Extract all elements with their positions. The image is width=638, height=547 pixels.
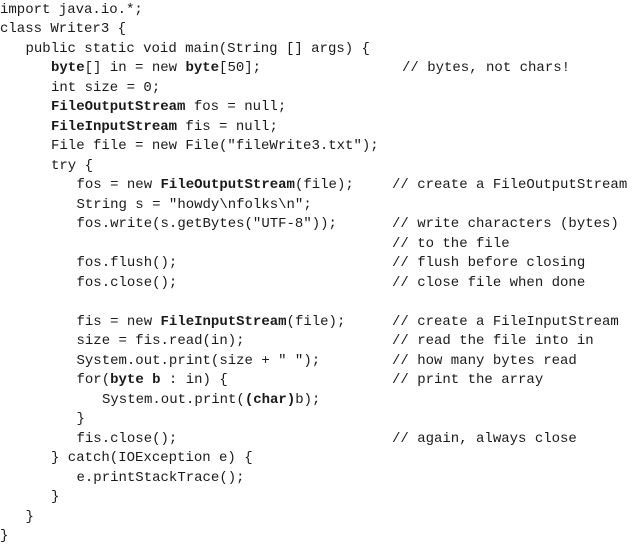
code-line: fos.write(s.getBytes("UTF-8")); bbox=[77, 215, 337, 235]
code-text: fos.write(s.getBytes("UTF-8")); bbox=[76, 216, 337, 232]
code-text: public static void main(String [] args) … bbox=[25, 40, 370, 57]
code-text: b); bbox=[295, 391, 321, 408]
code-comment: // read the file into in bbox=[392, 333, 594, 349]
code-line: try { bbox=[51, 157, 93, 177]
code-line: int size = 0; bbox=[51, 79, 160, 99]
code-line: FileInputStream fis = null; bbox=[51, 118, 278, 138]
code-text: fos.close(); bbox=[76, 274, 178, 291]
code-line: size = fis.read(in); bbox=[77, 332, 245, 352]
code-line: } bbox=[0, 527, 8, 547]
code-comment: // flush before closing bbox=[392, 255, 586, 271]
code-text: String s = "howdy\nfolks\n"; bbox=[76, 196, 312, 213]
code-comment: // create a FileInputStream bbox=[392, 313, 619, 330]
code-line: e.printStackTrace(); bbox=[77, 469, 245, 489]
code-text: System.out.print(size + " "); bbox=[76, 352, 321, 369]
code-text: import java.io.*; bbox=[0, 1, 143, 18]
code-text: : in) { bbox=[160, 372, 228, 388]
code-keyword: FileInputStream bbox=[160, 313, 287, 330]
code-line: fis.close(); bbox=[77, 430, 178, 450]
code-text: fis.close(); bbox=[76, 430, 178, 447]
code-keyword: (char) bbox=[244, 391, 296, 408]
code-line: String s = "howdy\nfolks\n"; bbox=[77, 196, 312, 216]
code-line: fos = new FileOutputStream(file); bbox=[77, 176, 354, 196]
code-text: e.printStackTrace(); bbox=[76, 469, 245, 486]
code-text: fis = null; bbox=[177, 118, 278, 135]
code-line: System.out.print((char)b); bbox=[102, 391, 320, 411]
code-text: } catch(IOException e) { bbox=[51, 450, 253, 466]
code-text: } bbox=[0, 528, 9, 544]
code-line: } bbox=[77, 410, 85, 430]
code-comment: // create a FileOutputStream bbox=[392, 177, 628, 193]
code-line: fos.close(); bbox=[77, 274, 178, 294]
code-keyword: FileOutputStream bbox=[160, 177, 295, 193]
code-line: } bbox=[51, 488, 59, 508]
code-line: } catch(IOException e) { bbox=[51, 449, 253, 469]
code-text: size = fis.read(in); bbox=[76, 333, 245, 349]
code-keyword: byte bbox=[185, 60, 220, 76]
code-text: } bbox=[25, 508, 34, 525]
code-text: fos.flush(); bbox=[76, 255, 178, 271]
code-text: [50]; bbox=[219, 60, 262, 76]
code-comment: // print the array bbox=[392, 372, 544, 388]
code-line: FileOutputStream fos = null; bbox=[51, 98, 286, 118]
code-text: (file); bbox=[286, 313, 346, 330]
code-line: fis = new FileInputStream(file); bbox=[77, 313, 346, 333]
code-comment: // bytes, not chars! bbox=[402, 60, 571, 76]
code-comment: // how many bytes read bbox=[392, 352, 577, 369]
code-keyword: byte bbox=[51, 60, 85, 76]
code-keyword: FileInputStream bbox=[51, 118, 178, 135]
code-line: File file = new File("fileWrite3.txt"); bbox=[51, 137, 379, 157]
code-text: } bbox=[76, 411, 85, 427]
code-text: fis = new bbox=[76, 313, 161, 330]
code-text: } bbox=[51, 489, 60, 505]
code-line: fos.flush(); bbox=[77, 254, 178, 274]
code-keyword: byte b bbox=[110, 372, 161, 388]
code-listing: import java.io.*; class Writer3 { public s… bbox=[0, 0, 638, 545]
code-line: class Writer3 { bbox=[0, 20, 126, 40]
code-line: for(byte b : in) { bbox=[77, 371, 228, 391]
code-line: byte[] in = new byte[50]; bbox=[51, 59, 261, 79]
code-line: import java.io.*; bbox=[0, 1, 143, 21]
code-text: fos = new bbox=[76, 177, 161, 193]
code-line: } bbox=[26, 508, 34, 528]
code-line: System.out.print(size + " "); bbox=[77, 352, 321, 372]
code-text: File file = new File("fileWrite3.txt"); bbox=[51, 138, 379, 154]
code-keyword: FileOutputStream bbox=[51, 99, 186, 115]
code-comment: // close file when done bbox=[392, 274, 586, 291]
code-comment: // to the file bbox=[392, 235, 510, 252]
code-text: (file); bbox=[294, 177, 354, 193]
code-comment: // write characters (bytes) bbox=[392, 216, 619, 232]
code-text: [] in = new bbox=[84, 60, 186, 76]
code-text: try { bbox=[51, 157, 94, 174]
code-text: System.out.print( bbox=[102, 391, 245, 408]
code-text: for( bbox=[76, 372, 111, 388]
code-text: fos = null; bbox=[185, 99, 287, 115]
code-line: public static void main(String [] args) … bbox=[26, 40, 370, 60]
code-comment: // again, always close bbox=[392, 430, 577, 447]
code-text: class Writer3 { bbox=[0, 21, 127, 37]
code-text: int size = 0; bbox=[51, 79, 161, 96]
